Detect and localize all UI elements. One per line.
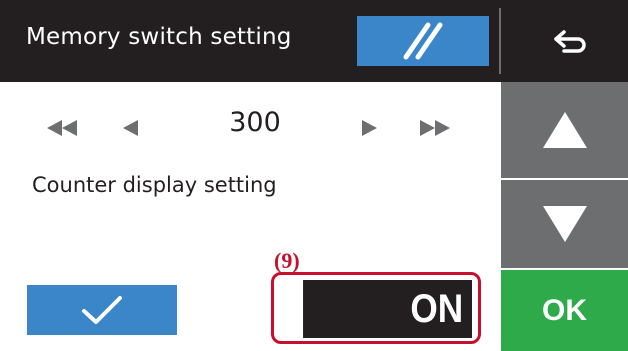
page-title: Memory switch setting [26, 24, 292, 50]
double-left-arrow-icon [47, 120, 77, 136]
header-bar: Memory switch setting [0, 0, 628, 82]
switch-number: 300 [229, 107, 281, 138]
down-triangle-icon [542, 206, 587, 242]
up-triangle-icon [542, 112, 587, 148]
fast-rewind-button[interactable] [45, 108, 79, 148]
checkmark-icon [82, 296, 122, 324]
scroll-down-button[interactable] [501, 180, 628, 268]
left-arrow-icon [123, 120, 138, 136]
double-right-arrow-icon [420, 120, 450, 136]
memory-switch-screen: Memory switch setting 300 Counter displa… [0, 0, 628, 351]
scroll-up-button[interactable] [501, 82, 628, 178]
previous-button[interactable] [120, 108, 140, 148]
back-button[interactable] [520, 16, 620, 66]
callout-label: (9) [274, 248, 300, 273]
next-button[interactable] [360, 108, 380, 148]
header-divider [499, 8, 501, 74]
ok-button[interactable]: OK [501, 270, 628, 351]
fast-forward-button[interactable] [418, 108, 452, 148]
hatch-button[interactable] [357, 16, 489, 66]
right-arrow-icon [362, 120, 377, 136]
return-arrow-icon [554, 30, 586, 53]
hatch-icon [403, 22, 443, 60]
on-off-toggle-button[interactable]: ON [303, 280, 472, 338]
confirm-button[interactable] [27, 285, 177, 335]
setting-label: Counter display setting [32, 173, 277, 197]
